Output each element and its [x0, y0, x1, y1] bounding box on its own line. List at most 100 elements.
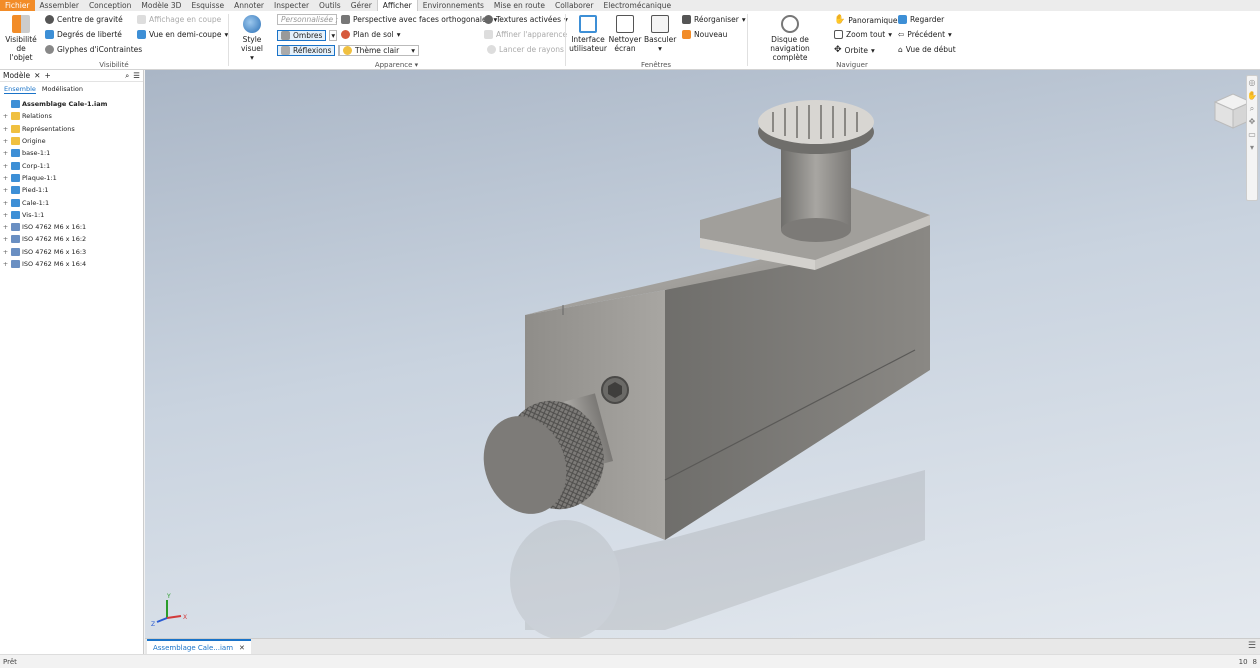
document-tab[interactable]: Assemblage Cale...iam ✕ [147, 639, 251, 654]
tree-node[interactable]: + Pied-1:1 [2, 184, 141, 196]
ground-plane-button[interactable]: Plan de sol ▾ [341, 30, 400, 39]
tree-node[interactable]: + Origine [2, 135, 141, 147]
menu-11[interactable]: Environnements [418, 0, 489, 11]
menu-14[interactable]: Electromécanique [599, 0, 677, 11]
menu-7[interactable]: Inspecter [269, 0, 314, 11]
graphics-viewport[interactable]: Y X Z [145, 70, 1260, 638]
tree-node[interactable]: + ISO 4762 M6 x 16:3 [2, 246, 141, 258]
expand-icon[interactable]: + [2, 174, 9, 182]
tree-node[interactable]: + ISO 4762 M6 x 16:4 [2, 258, 141, 270]
navigation-bar[interactable]: ◎ ✋ ⌕ ✥ ▭ ▾ [1246, 75, 1258, 201]
close-icon[interactable]: ✕ [239, 644, 245, 652]
shadows-label: Ombres [293, 31, 323, 40]
bolt-icon [11, 235, 20, 244]
shadow-icon [281, 31, 290, 40]
expand-icon[interactable]: + [2, 112, 9, 120]
degrees-of-freedom-label: Degrés de liberté [57, 30, 122, 39]
expand-icon[interactable]: + [2, 260, 9, 268]
expand-icon[interactable]: + [2, 223, 9, 231]
model-browser: Modèle ✕ + ⌕ ☰ Ensemble Modélisation Ass… [0, 70, 144, 654]
reflections-button[interactable]: Réflexions▾ [277, 45, 347, 56]
tree-node[interactable]: + base-1:1 [2, 147, 141, 159]
menu-6[interactable]: Annoter [229, 0, 269, 11]
menu-10[interactable]: Afficher [376, 0, 418, 11]
orbit-icon[interactable]: ✥ [1247, 115, 1257, 128]
menu-1[interactable]: Fichier [0, 0, 35, 11]
zoom-icon[interactable]: ⌕ [1247, 102, 1257, 115]
menu-12[interactable]: Mise en route [489, 0, 550, 11]
tree-node-label: ISO 4762 M6 x 16:2 [22, 235, 87, 244]
object-visibility-button[interactable]: Visibilité de l'objet [4, 15, 38, 62]
menu-4[interactable]: Modèle 3D [136, 0, 186, 11]
tree-node[interactable]: + ISO 4762 M6 x 16:1 [2, 221, 141, 233]
tree-node[interactable]: + ISO 4762 M6 x 16:2 [2, 233, 141, 245]
menu-2[interactable]: Assembler [35, 0, 84, 11]
theme-combo[interactable]: Thème clair ▾ [339, 45, 419, 56]
part-icon [11, 210, 20, 219]
steering-wheel-button[interactable]: Disque de navigation complète [752, 15, 828, 62]
orbit-button[interactable]: ✥ Orbite ▾ [834, 45, 875, 55]
tree-node[interactable]: + Relations [2, 110, 141, 122]
ray-tracing-button[interactable]: Lancer de rayons [487, 45, 564, 54]
expand-icon[interactable]: + [2, 186, 9, 194]
expand-icon[interactable]: + [2, 235, 9, 243]
add-tab-icon[interactable]: + [44, 71, 50, 80]
expand-icon[interactable]: + [2, 149, 9, 157]
menu-5[interactable]: Esquisse [186, 0, 229, 11]
menu-icon[interactable]: ☰ [133, 71, 140, 80]
visual-style-button[interactable]: Style visuel ▾ [233, 15, 271, 62]
new-window-button[interactable]: Nouveau [682, 30, 727, 39]
separator [747, 14, 748, 66]
menu-8[interactable]: Outils [314, 0, 346, 11]
expand-icon[interactable]: + [2, 125, 9, 133]
browser-subtabs: Ensemble Modélisation [0, 82, 143, 96]
arrange-button[interactable]: Réorganiser ▾ [682, 15, 746, 24]
switch-window-button[interactable]: Basculer ▾ [644, 15, 676, 53]
center-of-gravity-button[interactable]: Centre de gravité [45, 15, 123, 24]
down-arrow-icon[interactable]: ▾ [1247, 141, 1257, 154]
tree-node[interactable]: Assemblage Cale-1.iam [2, 98, 141, 110]
perspective-button[interactable]: Perspective avec faces orthogonales ▾ [341, 15, 497, 24]
pan-button[interactable]: ✋ Panoramique [834, 15, 898, 25]
previous-view-button[interactable]: ⇦ Précédent ▾ [898, 30, 952, 39]
home-view-button[interactable]: ⌂ Vue de début [898, 45, 956, 54]
hand-icon: ✋ [834, 15, 846, 25]
degrees-of-freedom-button[interactable]: Degrés de liberté [45, 30, 122, 39]
custom-view-combo[interactable]: Personnalisée ; [277, 14, 338, 25]
expand-icon[interactable]: + [2, 162, 9, 170]
menu-13[interactable]: Collaborer [550, 0, 599, 11]
expand-icon[interactable]: + [2, 137, 9, 145]
hand-icon[interactable]: ✋ [1247, 89, 1257, 102]
close-icon[interactable]: ✕ [34, 71, 40, 80]
expand-icon[interactable]: + [2, 248, 9, 256]
look-at-button[interactable]: Regarder [898, 15, 944, 24]
tab-modeling[interactable]: Modélisation [42, 85, 83, 93]
steering-wheel-icon[interactable]: ◎ [1247, 76, 1257, 89]
zoom-all-button[interactable]: Zoom tout ▾ [834, 30, 892, 39]
tree-node[interactable]: + Représentations [2, 123, 141, 135]
menu-9[interactable]: Gérer [346, 0, 377, 11]
menu-icon[interactable]: ☰ [1248, 641, 1256, 651]
section-view-button[interactable]: Affichage en coupe [137, 15, 221, 24]
textures-button[interactable]: Textures activées▾ [484, 15, 568, 24]
search-icon[interactable]: ⌕ [125, 71, 129, 81]
tree-node[interactable]: + Plaque-1:1 [2, 172, 141, 184]
clean-screen-label-2: écran [614, 44, 636, 53]
iconstraint-glyphs-button[interactable]: Glyphes d'iContraintes [45, 45, 142, 54]
expand-icon[interactable]: + [2, 211, 9, 219]
clean-screen-button[interactable]: Nettoyer écran [608, 15, 642, 53]
chevron-down-icon[interactable]: ▾ [329, 30, 338, 41]
tree-node[interactable]: + Cale-1:1 [2, 196, 141, 208]
shadows-button[interactable]: Ombres ▾ [277, 30, 338, 41]
half-section-icon [137, 30, 146, 39]
refine-appearance-button[interactable]: Affiner l'apparence [484, 30, 567, 39]
half-section-button[interactable]: Vue en demi-coupe ▾ [137, 30, 228, 39]
tree-node[interactable]: + Vis-1:1 [2, 209, 141, 221]
tree-node-label: Relations [22, 112, 52, 121]
expand-icon[interactable]: + [2, 199, 9, 207]
tab-assembly[interactable]: Ensemble [4, 85, 36, 94]
tree-node[interactable]: + Corp-1:1 [2, 159, 141, 171]
user-interface-button[interactable]: Interface utilisateur [569, 15, 607, 53]
look-at-icon[interactable]: ▭ [1247, 128, 1257, 141]
menu-3[interactable]: Conception [84, 0, 136, 11]
